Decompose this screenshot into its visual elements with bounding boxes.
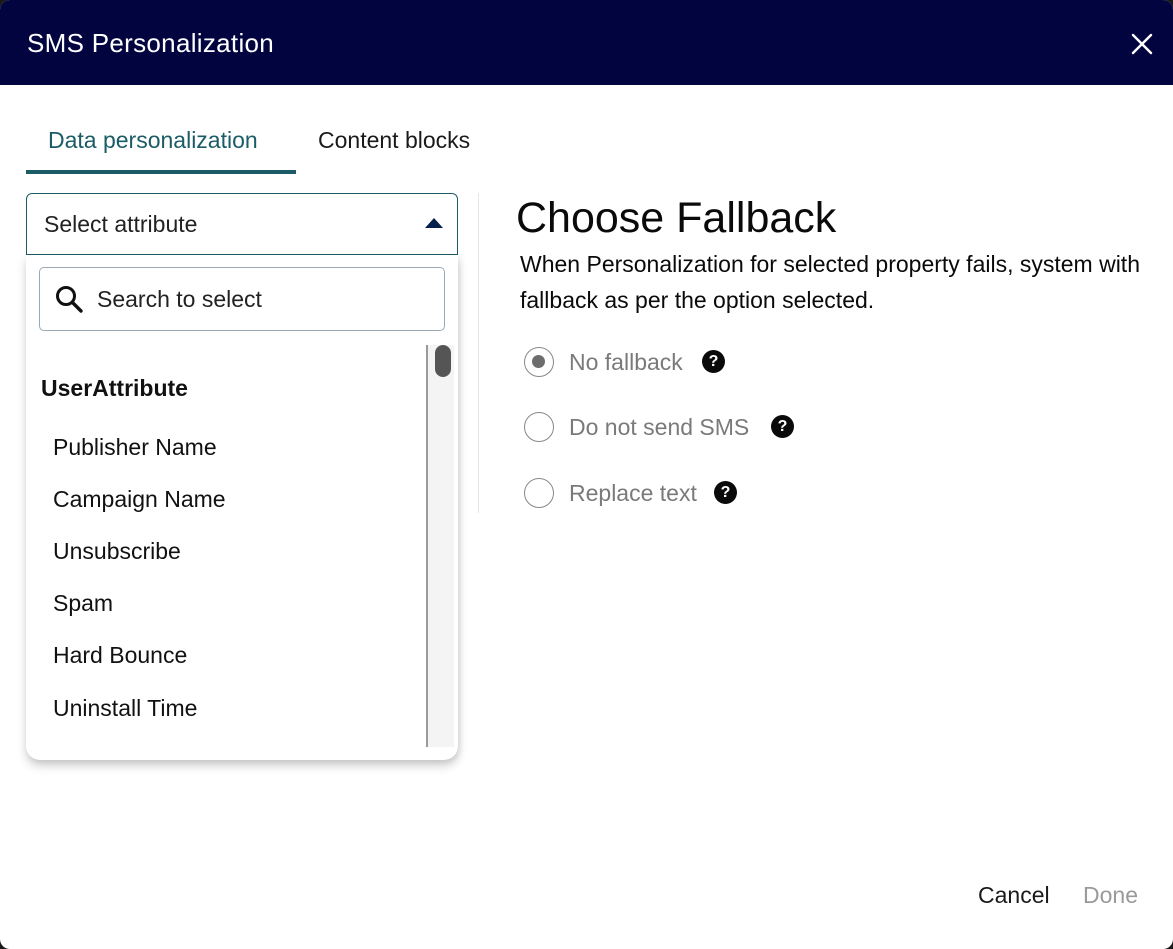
option-publisher-name[interactable]: Publisher Name: [53, 434, 217, 461]
radio-selected-dot: [532, 355, 545, 368]
radio-label: No fallback: [569, 349, 683, 375]
cancel-button[interactable]: Cancel: [978, 882, 1050, 909]
radio-button[interactable]: [524, 412, 554, 442]
radio-button[interactable]: [524, 478, 554, 508]
radio-label: Do not send SMS: [569, 414, 750, 440]
dropdown-scrollbar-track[interactable]: [426, 345, 454, 747]
select-attribute-dropdown[interactable]: Select attribute: [26, 193, 458, 255]
active-tab-indicator: [26, 170, 296, 174]
option-campaign-name[interactable]: Campaign Name: [53, 486, 226, 513]
close-icon[interactable]: [1128, 30, 1156, 58]
search-input[interactable]: [97, 283, 427, 315]
radio-label: Replace text: [569, 480, 697, 506]
done-button[interactable]: Done: [1083, 882, 1138, 909]
dropdown-scrollbar-thumb[interactable]: [435, 345, 451, 377]
option-unsubscribe[interactable]: Unsubscribe: [53, 538, 181, 565]
search-icon: [56, 286, 83, 313]
tab-data-personalization[interactable]: Data personalization: [48, 127, 258, 154]
group-label-user-attribute: UserAttribute: [41, 375, 188, 401]
fallback-description: When Personalization for selected proper…: [520, 251, 1140, 313]
help-icon[interactable]: ?: [714, 481, 737, 504]
radio-button[interactable]: [524, 347, 554, 377]
option-uninstall-time[interactable]: Uninstall Time: [53, 695, 197, 722]
sms-personalization-modal: SMS Personalization Data personalization…: [0, 0, 1173, 949]
option-spam[interactable]: Spam: [53, 590, 113, 617]
fallback-title: Choose Fallback: [516, 194, 837, 242]
modal-header: SMS Personalization: [0, 0, 1173, 85]
panel-divider: [478, 193, 479, 513]
search-field[interactable]: [39, 267, 445, 331]
option-hard-bounce[interactable]: Hard Bounce: [53, 642, 187, 669]
help-icon[interactable]: ?: [702, 350, 725, 373]
caret-up-icon: [425, 218, 443, 228]
modal-title: SMS Personalization: [27, 28, 275, 58]
attribute-dropdown-panel: UserAttribute Publisher Name Campaign Na…: [26, 255, 458, 760]
select-attribute-value: Select attribute: [44, 211, 198, 237]
help-icon[interactable]: ?: [771, 415, 794, 438]
tab-content-blocks[interactable]: Content blocks: [318, 127, 470, 154]
